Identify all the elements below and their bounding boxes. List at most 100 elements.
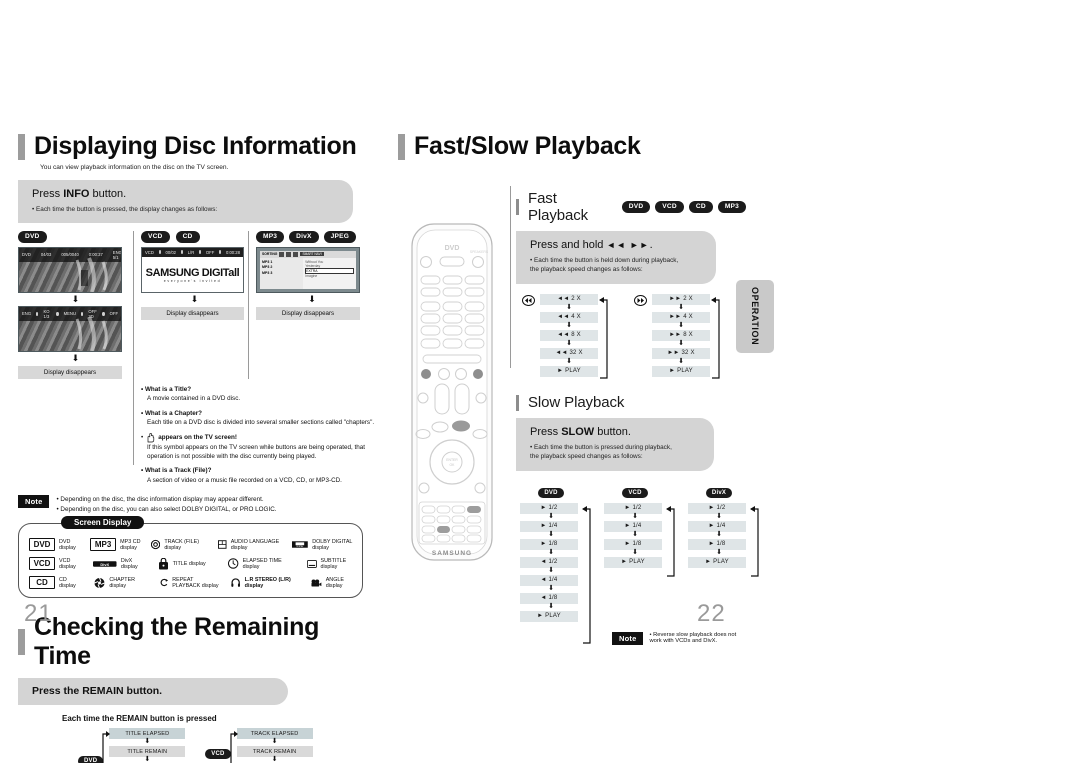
page-number-right: 22 [697,600,726,627]
speed-value: 8 X [683,332,693,339]
osd-icon [181,250,183,255]
legend-row: DVD DVD display MP3 MP3 CD display TRACK… [29,538,354,552]
speed-step-play: ► PLAY [688,556,746,568]
speed-step: ◄◄ 4 X [540,311,598,323]
column-divider [133,231,134,465]
samsung-tagline: everyone's invited [163,278,222,283]
faq-answer: Each title on a DVD disc is divided into… [147,419,375,427]
legend-label: TRACK (FILE) display [164,538,200,551]
flow-arrow-icon: ⬇ [632,530,638,538]
speed-value: 8 X [571,332,581,339]
flow-arrow-icon: ⬇ [632,548,638,556]
list-item[interactable]: MP3 1 [262,260,301,264]
badge-vcd-slow: VCD [622,488,648,498]
samsung-digitall-logo: SAMSUNG DIGITall [145,266,240,279]
flow-arrow-icon: ⬇ [548,512,554,520]
speed-step: ►► 2 X [652,293,710,305]
column-dvd: DVD DVD 04/03 005/0040 0:00:37 ENG 5/1 ⬇… [18,231,133,379]
title-text: Fast/Slow Playback [414,132,641,160]
speed-step: ► 1/2 [604,502,662,514]
arrow-down-icon: ⬇ [71,352,80,363]
badge-vcd: VCD [655,201,684,213]
dolby-digital-icon: DIGITAL [292,541,309,549]
legend-label: DivX display [120,557,138,570]
smart-navi-label: SMART NAVI [300,252,324,257]
note-line: • Reverse slow playback does not [649,631,737,638]
badges-dvd: DVD [18,231,133,243]
legend-divx-display: DivX DivX display [93,558,147,570]
remain-flow-diagrams: DVD TITLE ELAPSED ⬇ TITLE REMAIN ⬇ CHAPT… [78,728,378,763]
flow-arrow-icon: ⬇ [144,756,151,763]
flow-arrow-icon: ⬇ [632,512,638,520]
faq-question: What is a Track (File)? [144,467,212,475]
direction-icon: ►► [669,296,682,303]
speed-step: ► 1/4 [520,520,578,532]
forward-key-icon [634,294,647,306]
press-hold-bullet-1: • Each time the button is held down duri… [530,257,679,264]
legend-title-display: TITLE display [158,557,219,570]
remain-subhead: Each time the REMAIN button is pressed [62,714,217,724]
right-page: Fast/Slow Playback [398,132,798,161]
faq-answer: If this symbol appears on the TV screen … [147,443,365,460]
legend-label: VCD display [59,557,76,570]
legend-cd-display: CD CD display [29,576,84,590]
flow-arrow-icon: ⬇ [548,530,554,538]
press-hold-heading: Press and hold ◄◄ ►►. [530,239,704,251]
remote-control-svg: DVD SPEAKERS ENTER OK SAMSUNG [411,223,493,561]
list-item[interactable]: MP3 3 [262,271,301,275]
legend-row: VCD VCD display DivX DivX display TITLE … [29,557,354,571]
direction-icon: ◄◄ [555,350,568,357]
flow-arrow-icon: ⬇ [678,357,684,365]
speed-step: ◄◄ 8 X [540,329,598,341]
folder-icon [286,251,292,257]
legend-label: DOLBY DIGITAL display [312,538,353,551]
list-item[interactable]: MP3 2 [262,265,301,269]
legend-track-file-display: TRACK (FILE) display [151,539,208,551]
manual-page-spread: Displaying Disc Information You can view… [0,0,1080,763]
flow-arrow-icon: ⬇ [548,602,554,610]
title-bar-accent [398,133,405,160]
speed-value: 32 X [681,350,695,357]
transport-keys-icon: ◄◄ ►► [606,240,650,250]
faq-question: appears on the TV screen! [158,433,237,441]
osd-item: 0:00:28 [225,249,240,255]
loop-arrow-left [102,731,111,763]
note-line: • Depending on the disc, you can also se… [56,506,277,514]
operation-side-tab: OPERATION [736,280,774,353]
press-hold-bullet-2: the playback speed changes as follows: [530,266,643,274]
osd-icon [199,250,201,255]
legend-label: MP3 CD display [120,538,141,551]
speed-step: ► 1/4 [604,520,662,532]
badge-dvd-slow: DVD [538,488,564,498]
arrow-down-icon: ⬇ [190,293,199,304]
flow-dvd: DVD TITLE ELAPSED ⬇ TITLE REMAIN ⬇ CHAPT… [78,728,186,763]
flow-arrow-icon: ⬇ [548,584,554,592]
disc-info-columns: DVD DVD 04/03 005/0040 0:00:37 ENG 5/1 ⬇… [18,231,378,465]
flow-arrow-icon: ⬇ [566,339,572,347]
speed-step-play: ► PLAY [540,365,598,377]
speed-step: ◄◄ 2 X [540,293,598,305]
svg-text:SPEAKERS: SPEAKERS [470,250,489,254]
legend-elapsed-time-display: ELAPSED TIME display [228,558,296,570]
column-vcd-cd: VCD CD VCD 00/02 L/R OFF 0:00:28 SAMSUNG… [133,231,248,465]
vcd-square-icon: VCD [29,557,55,571]
speed-step: ◄◄ 32 X [540,347,598,359]
left-page: Displaying Disc Information You can view… [18,132,378,763]
caption-display-disappears-mp3: Display disappears [256,306,360,320]
flow-arrow-icon: ⬇ [144,738,151,746]
faq-answer: A movie contained in a DVD disc. [147,395,241,403]
legend-label: SUBTITLE display [320,557,347,570]
list-item[interactable]: Imagine [305,274,354,278]
direction-icon: ◄◄ [557,296,570,303]
faq-item-chapter: • What is a Chapter? Each title on a DVD… [141,409,381,428]
mp3-square-icon: MP3 [90,538,117,552]
note-block-slow: Note • Reverse slow playback does not wo… [612,631,756,645]
flow-vcd-cd: VCD CD TRACK ELAPSED ⬇ TRACK REMAIN ⬇ TO… [205,728,313,763]
press-slow-bullet-2: the playback speed changes as follows: [530,453,643,461]
loop-arrow-right [750,505,759,577]
subtitle-bar-accent [516,394,519,411]
mp3-browser: SORTING SMART NAVI MP3 1 MP3 2 MP3 3 Wit… [260,250,356,289]
legend-label: CHAPTER display [109,576,136,589]
headphone-icon [231,578,241,588]
title-bar-accent [18,133,25,160]
